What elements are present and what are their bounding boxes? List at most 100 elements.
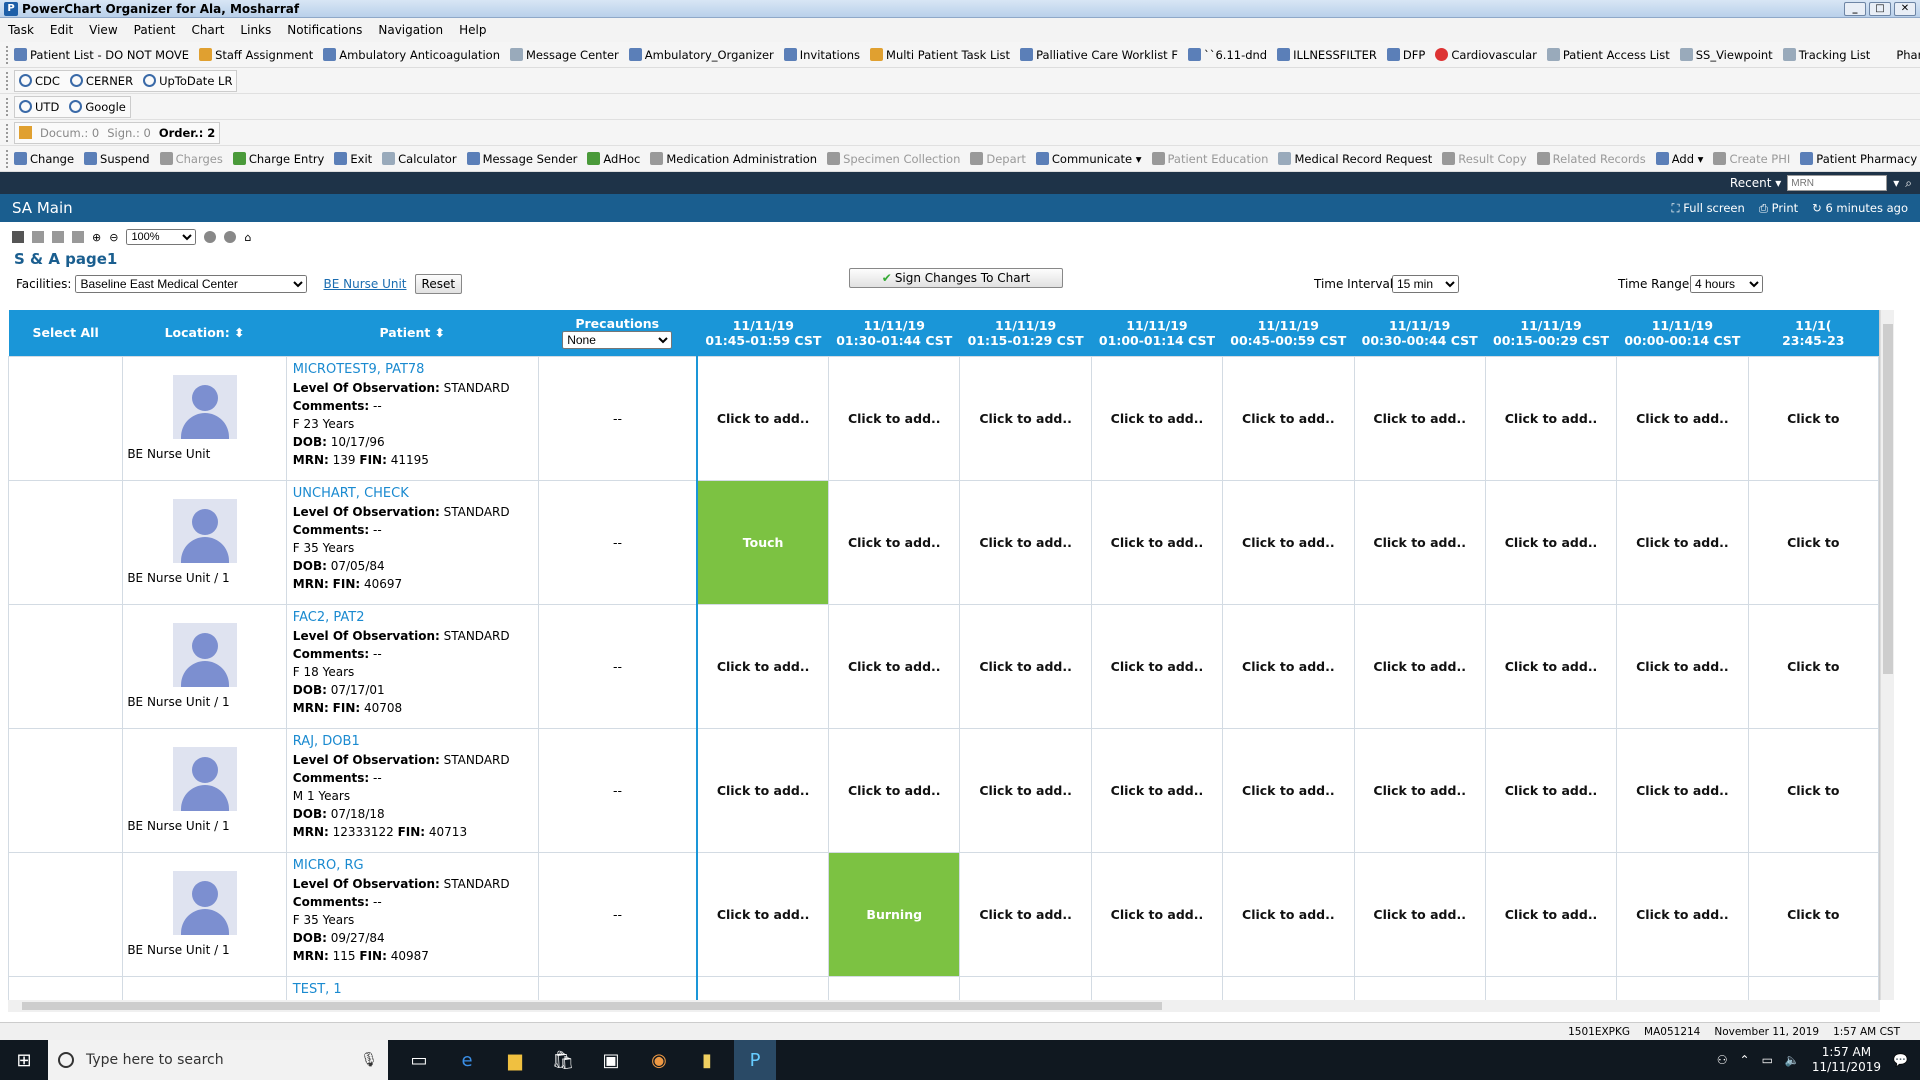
chevron-down-icon[interactable]: ▾ (1893, 176, 1899, 190)
observation-cell[interactable]: Click to (1747, 479, 1879, 605)
patient-name-link[interactable]: TEST, 1 (293, 981, 532, 999)
link-cerner[interactable]: CERNER (69, 74, 133, 88)
horizontal-scrollbar[interactable] (8, 1000, 1880, 1012)
file-explorer-icon[interactable]: ▆ (494, 1040, 536, 1080)
precautions-filter[interactable]: None (562, 331, 673, 350)
observation-cell[interactable]: Click to add.. (1090, 355, 1224, 481)
time-range-select[interactable]: 4 hours (1690, 275, 1763, 293)
close-button[interactable]: ✕ (1894, 1, 1916, 16)
document-icon[interactable] (32, 231, 44, 243)
observation-cell[interactable]: Click to add.. (1484, 851, 1618, 977)
tb5-item-3[interactable]: Charge Entry (232, 152, 324, 166)
windows-start-icon[interactable]: ⊞ (0, 1040, 48, 1080)
menu-chart[interactable]: Chart (191, 23, 224, 37)
powerchart-icon[interactable]: P (734, 1040, 776, 1080)
observation-cell[interactable]: Click to add.. (1353, 479, 1486, 605)
full-screen-button[interactable]: ⛶ Full screen (1672, 201, 1745, 216)
observation-cell[interactable]: Click to add.. (1616, 355, 1749, 481)
taskbar-search[interactable]: Type here to search 🎙 (48, 1040, 388, 1080)
zoom-out-icon[interactable]: ⊖ (109, 231, 118, 244)
patient-name-link[interactable]: RAJ, DOB1 (293, 733, 532, 751)
tb1-item-8[interactable]: ``6.11-dnd (1187, 48, 1267, 62)
task-view-icon[interactable]: ▭ (398, 1040, 440, 1080)
home-icon[interactable]: ⌂ (244, 231, 251, 244)
patient-name-link[interactable]: UNCHART, CHECK (293, 485, 532, 503)
observation-cell[interactable]: Click to add.. (1616, 727, 1749, 853)
tb5-item-5[interactable]: Calculator (382, 152, 457, 166)
observation-cell[interactable] (1353, 975, 1486, 1000)
print-button[interactable]: ⎙ Print (1759, 201, 1798, 216)
chrome-icon[interactable]: ◉ (638, 1040, 680, 1080)
orders-count[interactable]: Order.: 2 (159, 126, 215, 140)
observation-cell[interactable]: Click to add.. (828, 727, 961, 853)
patient-header[interactable]: Patient ⬍ (286, 310, 539, 356)
minimize-button[interactable]: _ (1844, 1, 1866, 16)
observation-cell[interactable]: Click to add.. (828, 603, 961, 729)
tb1-item-9[interactable]: ILLNESSFILTER (1277, 48, 1377, 62)
clock[interactable]: 1:57 AM 11/11/2019 (1812, 1045, 1881, 1075)
mrn-search-input[interactable] (1787, 175, 1888, 191)
terminal-icon[interactable]: ▣ (590, 1040, 632, 1080)
observation-cell[interactable]: Click to add.. (1222, 603, 1355, 729)
nurse-unit-link[interactable]: BE Nurse Unit (323, 277, 406, 291)
observation-cell[interactable]: Click to add.. (828, 355, 961, 481)
paste-icon[interactable] (72, 231, 84, 243)
observation-cell[interactable]: Click to add.. (1222, 851, 1355, 977)
select-cell[interactable] (8, 479, 124, 605)
tb1-item-4[interactable]: Ambulatory_Organizer (628, 48, 774, 62)
observation-cell[interactable]: Click to add.. (959, 355, 1092, 481)
tb5-item-11[interactable]: Communicate ▾ (1035, 152, 1142, 166)
menu-task[interactable]: Task (8, 23, 34, 37)
observation-cell[interactable]: Click to add.. (1484, 603, 1618, 729)
observation-cell[interactable]: Click to add.. (1484, 727, 1618, 853)
menu-navigation[interactable]: Navigation (378, 23, 443, 37)
observation-cell[interactable]: Click to (1747, 851, 1879, 977)
select-all-header[interactable]: Select All (8, 310, 123, 356)
link-utd[interactable]: UTD (19, 100, 59, 114)
observation-cell[interactable]: Click to add.. (1090, 479, 1224, 605)
observation-cell[interactable]: Click to add.. (1090, 727, 1224, 853)
observation-cell[interactable]: Touch (696, 479, 830, 605)
tb5-item-1[interactable]: Suspend (84, 152, 150, 166)
menu-patient[interactable]: Patient (134, 23, 176, 37)
select-cell[interactable] (8, 727, 124, 853)
observation-cell[interactable]: Click to add.. (959, 479, 1092, 605)
edge-icon[interactable]: e (446, 1040, 488, 1080)
observation-cell[interactable] (1090, 975, 1224, 1000)
tb5-item-2[interactable]: Charges (159, 152, 223, 166)
menu-help[interactable]: Help (459, 23, 486, 37)
observation-cell[interactable]: Click to add.. (959, 727, 1092, 853)
observation-cell[interactable]: Click to add.. (696, 603, 830, 729)
observation-cell[interactable]: Click to (1747, 355, 1879, 481)
observation-cell[interactable]: Click to add.. (1616, 603, 1749, 729)
observation-cell[interactable]: Click to add.. (696, 727, 830, 853)
tb5-item-0[interactable]: Change (14, 152, 74, 166)
observation-cell[interactable]: Click to add.. (959, 603, 1092, 729)
select-cell[interactable] (8, 603, 124, 729)
tb5-item-18[interactable]: Patient Pharmacy (1800, 152, 1917, 166)
tb5-item-15[interactable]: Related Records (1536, 152, 1646, 166)
patient-name-link[interactable]: FAC2, PAT2 (293, 609, 532, 627)
tb1-item-5[interactable]: Invitations (783, 48, 860, 62)
observation-cell[interactable]: Click to add.. (1222, 479, 1355, 605)
observation-cell[interactable]: Click to add.. (1353, 727, 1486, 853)
tb5-item-14[interactable]: Result Copy (1442, 152, 1527, 166)
observation-cell[interactable] (959, 975, 1092, 1000)
back-icon[interactable] (204, 231, 217, 243)
time-interval-select[interactable]: 15 min (1392, 275, 1459, 293)
notifications-icon[interactable]: 💬 (1893, 1053, 1908, 1067)
observation-cell[interactable]: Click to add.. (1222, 355, 1355, 481)
tb5-item-4[interactable]: Exit (334, 152, 372, 166)
observation-cell[interactable]: Click to add.. (696, 355, 830, 481)
reset-button[interactable]: Reset (414, 274, 463, 294)
select-cell[interactable] (8, 355, 124, 481)
observation-cell[interactable] (1616, 975, 1749, 1000)
observation-cell[interactable]: Click to (1747, 603, 1879, 729)
sign-changes-button[interactable]: ✔ Sign Changes To Chart (849, 268, 1063, 288)
location-header[interactable]: Location: ⬍ (122, 310, 287, 356)
documents-count[interactable]: Docum.: 0 (40, 126, 99, 140)
forward-icon[interactable] (224, 231, 237, 243)
patient-name-link[interactable]: MICRO, RG (293, 857, 532, 875)
tb1-item-6[interactable]: Multi Patient Task List (870, 48, 1010, 62)
observation-cell[interactable] (696, 975, 830, 1000)
